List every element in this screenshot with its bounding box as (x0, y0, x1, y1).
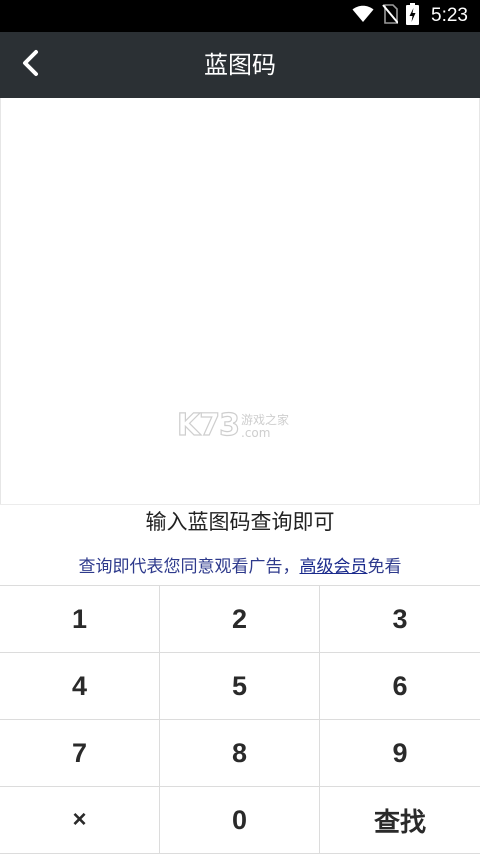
hint-note: 查询即代表您同意观看广告，高级会员免看 (0, 552, 480, 577)
key-9[interactable]: 9 (320, 720, 480, 787)
delete-key[interactable]: × (0, 787, 160, 854)
keypad: 1 2 3 4 5 6 7 8 9 × 0 查找 (0, 585, 480, 854)
search-button[interactable]: 查找 (320, 787, 480, 854)
key-7[interactable]: 7 (0, 720, 160, 787)
wifi-icon (352, 5, 374, 27)
key-2[interactable]: 2 (160, 586, 320, 653)
watermark-cn-text: 游戏之家 (241, 412, 290, 427)
key-0[interactable]: 0 (160, 787, 320, 854)
key-6[interactable]: 6 (320, 653, 480, 720)
battery-charging-icon (406, 3, 420, 29)
key-1[interactable]: 1 (0, 586, 160, 653)
watermark-logo-text: K73 (176, 407, 240, 443)
key-3[interactable]: 3 (320, 586, 480, 653)
watermark-side: 游戏之家 .com (241, 413, 289, 439)
hint-note-prefix: 查询即代表您同意观看广告， (78, 557, 300, 577)
hint-note-suffix: 免看 (367, 557, 402, 577)
key-5[interactable]: 5 (160, 653, 320, 720)
page-title: 蓝图码 (204, 51, 276, 79)
key-4[interactable]: 4 (0, 653, 160, 720)
hint-title: 输入蓝图码查询即可 (145, 510, 335, 534)
blueprint-content-area: K73 游戏之家 .com (0, 98, 480, 504)
status-bar: 5:23 (0, 0, 480, 32)
premium-member-link[interactable]: 高级会员 (300, 557, 368, 577)
no-sim-icon (382, 4, 399, 28)
key-8[interactable]: 8 (160, 720, 320, 787)
status-time: 5:23 (431, 5, 468, 26)
toolbar: 蓝图码 (0, 32, 480, 98)
watermark-domain-text: .com (241, 425, 271, 440)
watermark: K73 游戏之家 .com (176, 407, 289, 443)
status-icons: 5:23 (352, 0, 468, 32)
